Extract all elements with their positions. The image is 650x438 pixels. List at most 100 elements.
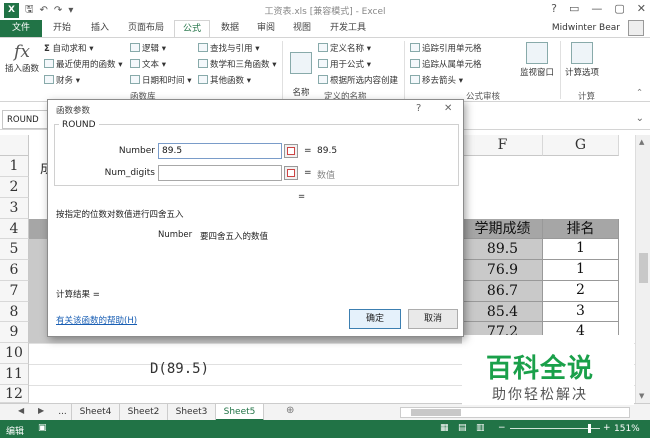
recent-functions-button[interactable]: 最近使用的函数 ▾ bbox=[44, 58, 122, 70]
math-button[interactable]: 数学和三角函数 ▾ bbox=[198, 58, 276, 70]
prev-sheet-icon[interactable]: ◀ bbox=[18, 406, 24, 415]
ribbon-display-icon[interactable]: ▭ bbox=[569, 2, 579, 15]
function-name: ROUND bbox=[59, 120, 99, 130]
vertical-scrollbar[interactable]: ▲ ▼ bbox=[635, 135, 650, 403]
help-icon[interactable]: ? bbox=[551, 2, 557, 15]
lookup-button[interactable]: 查找与引用 ▾ bbox=[198, 42, 259, 54]
zoom-level[interactable]: 151% bbox=[614, 424, 640, 434]
minimize-button[interactable]: — bbox=[591, 2, 602, 15]
close-button[interactable]: ✕ bbox=[637, 2, 646, 15]
cancel-button[interactable]: 取消 bbox=[408, 309, 458, 329]
select-all-corner[interactable] bbox=[0, 135, 29, 156]
tab-view[interactable]: 视图 bbox=[284, 20, 320, 37]
number-collapse-icon[interactable] bbox=[284, 144, 298, 158]
tab-developer[interactable]: 开发工具 bbox=[322, 20, 374, 37]
tab-formulas[interactable]: 公式 bbox=[174, 20, 210, 37]
dialog-help-icon[interactable]: ? bbox=[416, 103, 421, 114]
zoom-slider[interactable] bbox=[510, 428, 600, 429]
status-bar: 编辑 ▣ ▦ ▤ ▥ − + 151% bbox=[0, 420, 650, 438]
next-sheet-icon[interactable]: ▶ bbox=[38, 406, 44, 415]
cell-rank[interactable]: 1 bbox=[543, 260, 619, 281]
cell-rank[interactable]: 3 bbox=[543, 302, 619, 322]
trace-dependents-button[interactable]: 追踪从属单元格 bbox=[410, 58, 482, 70]
create-from-selection-button[interactable]: 根据所选内容创建 bbox=[318, 74, 398, 86]
name-box[interactable]: ROUND bbox=[2, 110, 50, 129]
autosum-button[interactable]: Σ 自动求和 ▾ bbox=[44, 42, 94, 54]
ok-button[interactable]: 确定 bbox=[349, 309, 401, 329]
cell-score[interactable]: 85.4 bbox=[463, 302, 543, 322]
col-header-g[interactable]: G bbox=[543, 135, 619, 156]
row-header-1[interactable]: 1 bbox=[0, 156, 29, 177]
horizontal-scrollbar[interactable] bbox=[400, 407, 630, 418]
cell-score[interactable]: 89.5 bbox=[463, 239, 543, 260]
add-sheet-icon[interactable]: ⊕ bbox=[286, 405, 294, 416]
trace-precedents-button[interactable]: 追踪引用单元格 bbox=[410, 42, 482, 54]
scroll-thumb[interactable] bbox=[639, 253, 648, 283]
number-eq: = bbox=[304, 146, 312, 156]
col-header-f[interactable]: F bbox=[463, 135, 543, 156]
row-header-12[interactable]: 12 bbox=[0, 385, 29, 403]
num-digits-input[interactable] bbox=[158, 165, 282, 181]
row-header-2[interactable]: 2 bbox=[0, 177, 29, 198]
tab-home[interactable]: 开始 bbox=[44, 20, 80, 37]
zoom-out-icon[interactable]: − bbox=[498, 423, 506, 433]
row-header-4[interactable]: 4 bbox=[0, 219, 29, 239]
collapse-ribbon-icon[interactable]: ⌃ bbox=[636, 88, 643, 98]
header-rank[interactable]: 排名 bbox=[543, 219, 619, 239]
number-input[interactable]: 89.5 bbox=[158, 143, 282, 159]
header-semester-score[interactable]: 学期成绩 bbox=[463, 219, 543, 239]
calculation-options-button[interactable]: 计算选项 bbox=[562, 42, 602, 78]
cell-score[interactable]: 86.7 bbox=[463, 281, 543, 302]
tab-data[interactable]: 数据 bbox=[212, 20, 248, 37]
zoom-slider-thumb[interactable] bbox=[588, 424, 591, 433]
tab-sheet2[interactable]: Sheet2 bbox=[120, 404, 168, 421]
insert-function-button[interactable]: fx 插入函数 bbox=[2, 42, 42, 74]
more-functions-button[interactable]: 其他函数 ▾ bbox=[198, 74, 251, 86]
tab-sheet4[interactable]: Sheet4 bbox=[72, 404, 120, 421]
avatar[interactable] bbox=[628, 20, 644, 36]
row-header-9[interactable]: 9 bbox=[0, 322, 29, 343]
tab-insert[interactable]: 插入 bbox=[82, 20, 118, 37]
function-help-link[interactable]: 有关该函数的帮助(H) bbox=[56, 314, 137, 326]
maximize-button[interactable]: ▢ bbox=[614, 2, 624, 15]
normal-view-icon[interactable]: ▦ bbox=[440, 423, 449, 433]
scroll-down-icon[interactable]: ▼ bbox=[639, 392, 644, 400]
cell-score[interactable]: 76.9 bbox=[463, 260, 543, 281]
watch-window-button[interactable]: 监视窗口 bbox=[516, 42, 558, 78]
row-header-3[interactable]: 3 bbox=[0, 198, 29, 219]
trace-precedents-icon bbox=[410, 43, 420, 52]
row-header-11[interactable]: 11 bbox=[0, 364, 29, 385]
use-in-formula-button[interactable]: 用于公式 ▾ bbox=[318, 58, 371, 70]
row-header-6[interactable]: 6 bbox=[0, 260, 29, 281]
financial-button[interactable]: 财务 ▾ bbox=[44, 74, 80, 86]
tab-sheet5[interactable]: Sheet5 bbox=[216, 404, 264, 421]
logical-button[interactable]: 逻辑 ▾ bbox=[130, 42, 166, 54]
page-break-view-icon[interactable]: ▥ bbox=[476, 423, 485, 433]
hscroll-thumb[interactable] bbox=[411, 409, 461, 416]
page-layout-view-icon[interactable]: ▤ bbox=[458, 423, 467, 433]
tab-review[interactable]: 审阅 bbox=[248, 20, 284, 37]
row-header-8[interactable]: 8 bbox=[0, 302, 29, 322]
text-button[interactable]: 文本 ▾ bbox=[130, 58, 166, 70]
row-header-7[interactable]: 7 bbox=[0, 281, 29, 302]
zoom-in-icon[interactable]: + bbox=[603, 423, 611, 433]
datetime-button[interactable]: 日期和时间 ▾ bbox=[130, 74, 191, 86]
scroll-up-icon[interactable]: ▲ bbox=[639, 138, 644, 146]
sheet-tab-bar: ◀ ▶ ... Sheet4 Sheet2 Sheet3 Sheet5 ⊕ bbox=[0, 403, 650, 421]
more-sheets-button[interactable]: ... bbox=[54, 404, 72, 421]
row-header-5[interactable]: 5 bbox=[0, 239, 29, 260]
dialog-close-icon[interactable]: ✕ bbox=[444, 103, 452, 114]
num-digits-collapse-icon[interactable] bbox=[284, 166, 298, 180]
cell-rank[interactable]: 1 bbox=[543, 239, 619, 260]
row-header-10[interactable]: 10 bbox=[0, 343, 29, 364]
user-name[interactable]: Midwinter Bear bbox=[552, 23, 620, 33]
macro-record-icon[interactable]: ▣ bbox=[38, 423, 47, 433]
tab-page-layout[interactable]: 页面布局 bbox=[120, 20, 172, 37]
tab-file[interactable]: 文件 bbox=[0, 20, 42, 37]
cell-d11-formula[interactable]: D(89.5) bbox=[150, 361, 209, 377]
define-name-button[interactable]: 定义名称 ▾ bbox=[318, 42, 371, 54]
expand-formula-icon[interactable]: ⌄ bbox=[636, 113, 644, 124]
cell-rank[interactable]: 2 bbox=[543, 281, 619, 302]
remove-arrows-button[interactable]: 移去箭头 ▾ bbox=[410, 74, 463, 86]
tab-sheet3[interactable]: Sheet3 bbox=[168, 404, 216, 421]
